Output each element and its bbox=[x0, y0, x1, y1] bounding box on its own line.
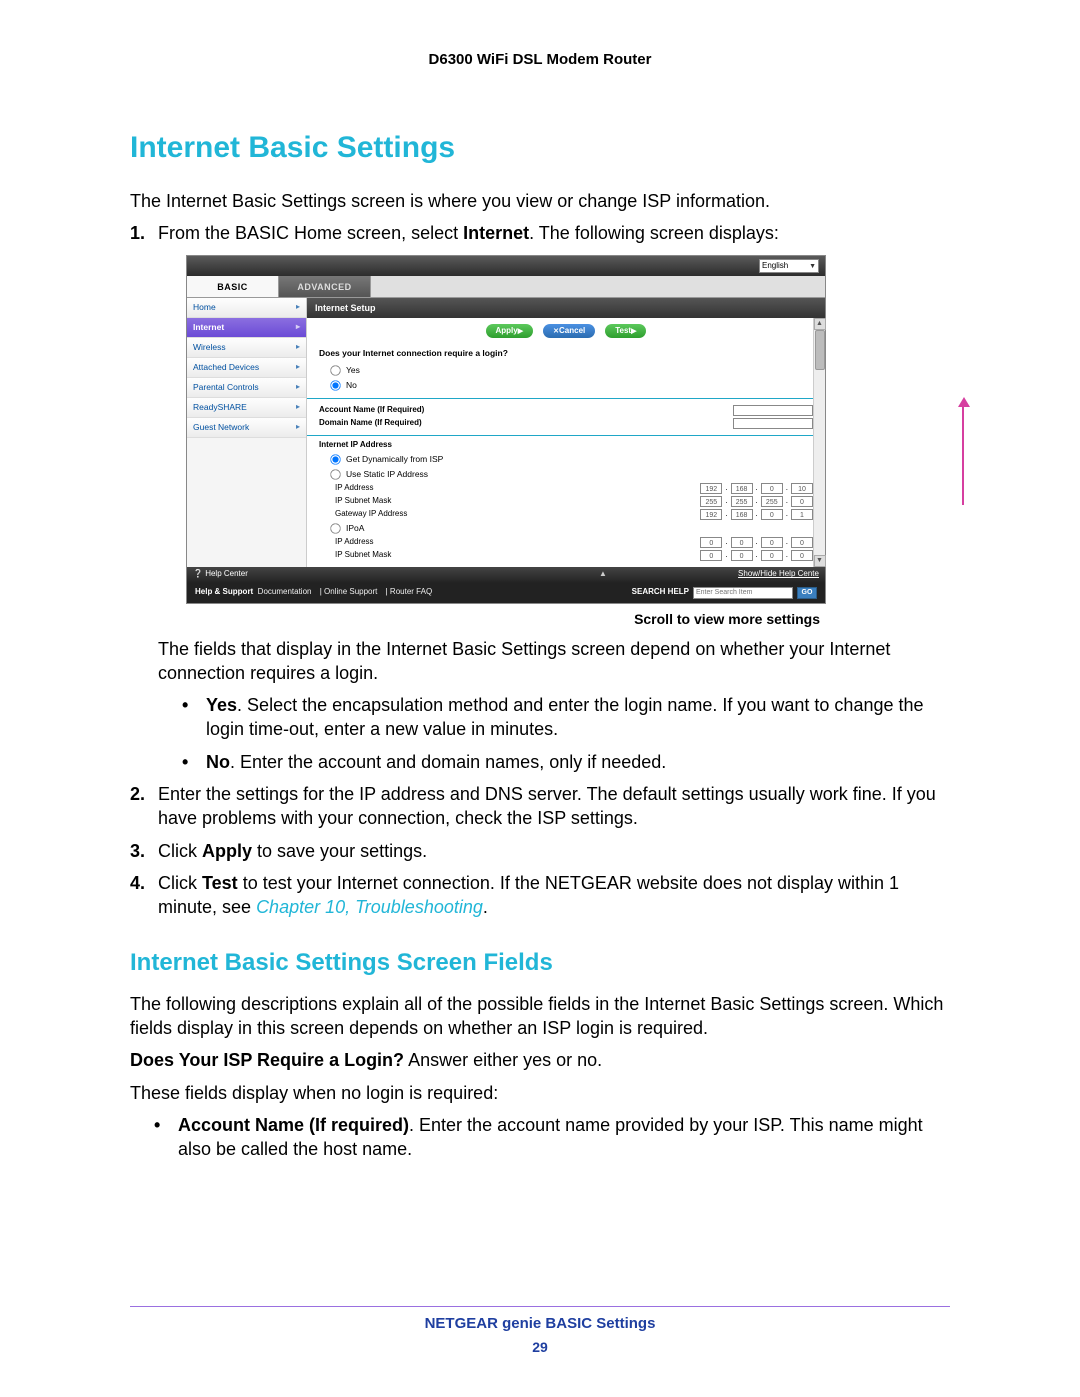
page-header: D6300 WiFi DSL Modem Router bbox=[130, 50, 950, 70]
radio-dynamic-ip[interactable]: Get Dynamically from ISP bbox=[329, 453, 813, 466]
link-router-faq[interactable]: Router FAQ bbox=[390, 587, 432, 596]
cancel-button[interactable]: Cancel bbox=[543, 324, 595, 338]
scrollbar[interactable]: ▲ ▼ bbox=[813, 318, 825, 566]
radio-yes[interactable]: Yes bbox=[329, 364, 813, 377]
gateway-label: Gateway IP Address bbox=[335, 509, 407, 520]
gateway-input[interactable]: 192. 168. 0. 1 bbox=[700, 509, 813, 520]
pane-title: Internet Setup bbox=[307, 298, 825, 318]
domain-name-label: Domain Name (If Required) bbox=[319, 418, 422, 429]
radio-ipoa[interactable]: IPoA bbox=[329, 522, 813, 535]
link-chapter-10[interactable]: Chapter 10, Troubleshooting bbox=[256, 897, 483, 917]
scroll-up-icon[interactable]: ▲ bbox=[814, 318, 826, 330]
expand-icon[interactable]: ▲ bbox=[599, 569, 607, 580]
heading-screen-fields: Internet Basic Settings Screen Fields bbox=[130, 947, 950, 979]
subnet-mask-label: IP Subnet Mask bbox=[335, 496, 391, 507]
ip-address-input[interactable]: 192. 168. 0. 10 bbox=[700, 483, 813, 494]
go-button[interactable]: GO bbox=[797, 587, 817, 599]
internet-ip-header: Internet IP Address bbox=[319, 440, 813, 451]
intro-paragraph: The Internet Basic Settings screen is wh… bbox=[130, 189, 950, 213]
search-input[interactable]: Enter Search Item bbox=[693, 587, 793, 599]
fields-depend-text: The fields that display in the Internet … bbox=[158, 637, 950, 686]
scroll-down-icon[interactable]: ▼ bbox=[814, 555, 826, 567]
bullet-yes: Yes. Select the encapsulation method and… bbox=[206, 693, 950, 742]
sidebar-item-readyshare[interactable]: ReadySHARE bbox=[187, 398, 306, 418]
tab-basic[interactable]: BASIC bbox=[187, 276, 279, 297]
sidebar-item-guest-network[interactable]: Guest Network bbox=[187, 418, 306, 438]
step-1: From the BASIC Home screen, select Inter… bbox=[158, 221, 950, 774]
subnet-mask-input[interactable]: 255. 255. 255. 0 bbox=[700, 496, 813, 507]
help-center-label[interactable]: ❔ Help Center bbox=[193, 569, 248, 580]
link-online-support[interactable]: Online Support bbox=[324, 587, 377, 596]
radio-static-ip[interactable]: Use Static IP Address bbox=[329, 468, 813, 481]
step-4: Click Test to test your Internet connect… bbox=[158, 871, 950, 920]
sidebar-item-attached-devices[interactable]: Attached Devices bbox=[187, 358, 306, 378]
sidebar-item-wireless[interactable]: Wireless bbox=[187, 338, 306, 358]
search-help-label: SEARCH HELP bbox=[632, 587, 689, 598]
page-footer: NETGEAR genie BASIC Settings 29 bbox=[0, 1314, 1080, 1357]
step-3: Click Apply to save your settings. bbox=[158, 839, 950, 863]
scroll-annotation-arrow bbox=[962, 405, 964, 505]
sidebar-item-home[interactable]: Home bbox=[187, 298, 306, 318]
help-support-links: Help & Support Documentation | Online Su… bbox=[195, 587, 438, 598]
screenshot-internet-setup: English BASIC ADVANCED Home Internet Wir… bbox=[186, 255, 950, 603]
scroll-thumb[interactable] bbox=[815, 330, 825, 370]
radio-no[interactable]: No bbox=[329, 379, 813, 392]
fields-intro: The following descriptions explain all o… bbox=[130, 992, 950, 1041]
account-name-label: Account Name (If Required) bbox=[319, 405, 424, 416]
bullet-no: No. Enter the account and domain names, … bbox=[206, 750, 950, 774]
account-name-input[interactable] bbox=[733, 405, 813, 416]
sidebar-item-parental-controls[interactable]: Parental Controls bbox=[187, 378, 306, 398]
sidebar-item-internet[interactable]: Internet bbox=[187, 318, 306, 338]
ipoa-subnet-label: IP Subnet Mask bbox=[335, 550, 391, 561]
show-hide-help-link[interactable]: Show/Hide Help Cente bbox=[738, 569, 819, 580]
footer-rule bbox=[130, 1306, 950, 1307]
ipoa-subnet-input[interactable]: 0. 0. 0. 0 bbox=[700, 550, 813, 561]
test-button[interactable]: Test bbox=[605, 324, 646, 338]
isp-login-question: Does Your ISP Require a Login? Answer ei… bbox=[130, 1048, 950, 1072]
step-2: Enter the settings for the IP address an… bbox=[158, 782, 950, 831]
domain-name-input[interactable] bbox=[733, 418, 813, 429]
link-documentation[interactable]: Documentation bbox=[258, 587, 312, 596]
scroll-caption: Scroll to view more settings bbox=[158, 610, 820, 629]
main-pane: Internet Setup Apply Cancel Test Does yo… bbox=[307, 298, 825, 566]
ipoa-ip-input[interactable]: 0. 0. 0. 0 bbox=[700, 537, 813, 548]
ip-address-label: IP Address bbox=[335, 483, 374, 494]
ipoa-ip-label: IP Address bbox=[335, 537, 374, 548]
bullet-account-name: Account Name (If required). Enter the ac… bbox=[178, 1113, 950, 1162]
no-login-intro: These fields display when no login is re… bbox=[130, 1081, 950, 1105]
apply-button[interactable]: Apply bbox=[486, 324, 534, 338]
heading-internet-basic-settings: Internet Basic Settings bbox=[130, 128, 950, 169]
language-select[interactable]: English bbox=[759, 259, 819, 273]
tab-advanced[interactable]: ADVANCED bbox=[279, 276, 371, 297]
login-question-label: Does your Internet connection require a … bbox=[319, 348, 813, 359]
sidebar: Home Internet Wireless Attached Devices … bbox=[187, 298, 307, 566]
